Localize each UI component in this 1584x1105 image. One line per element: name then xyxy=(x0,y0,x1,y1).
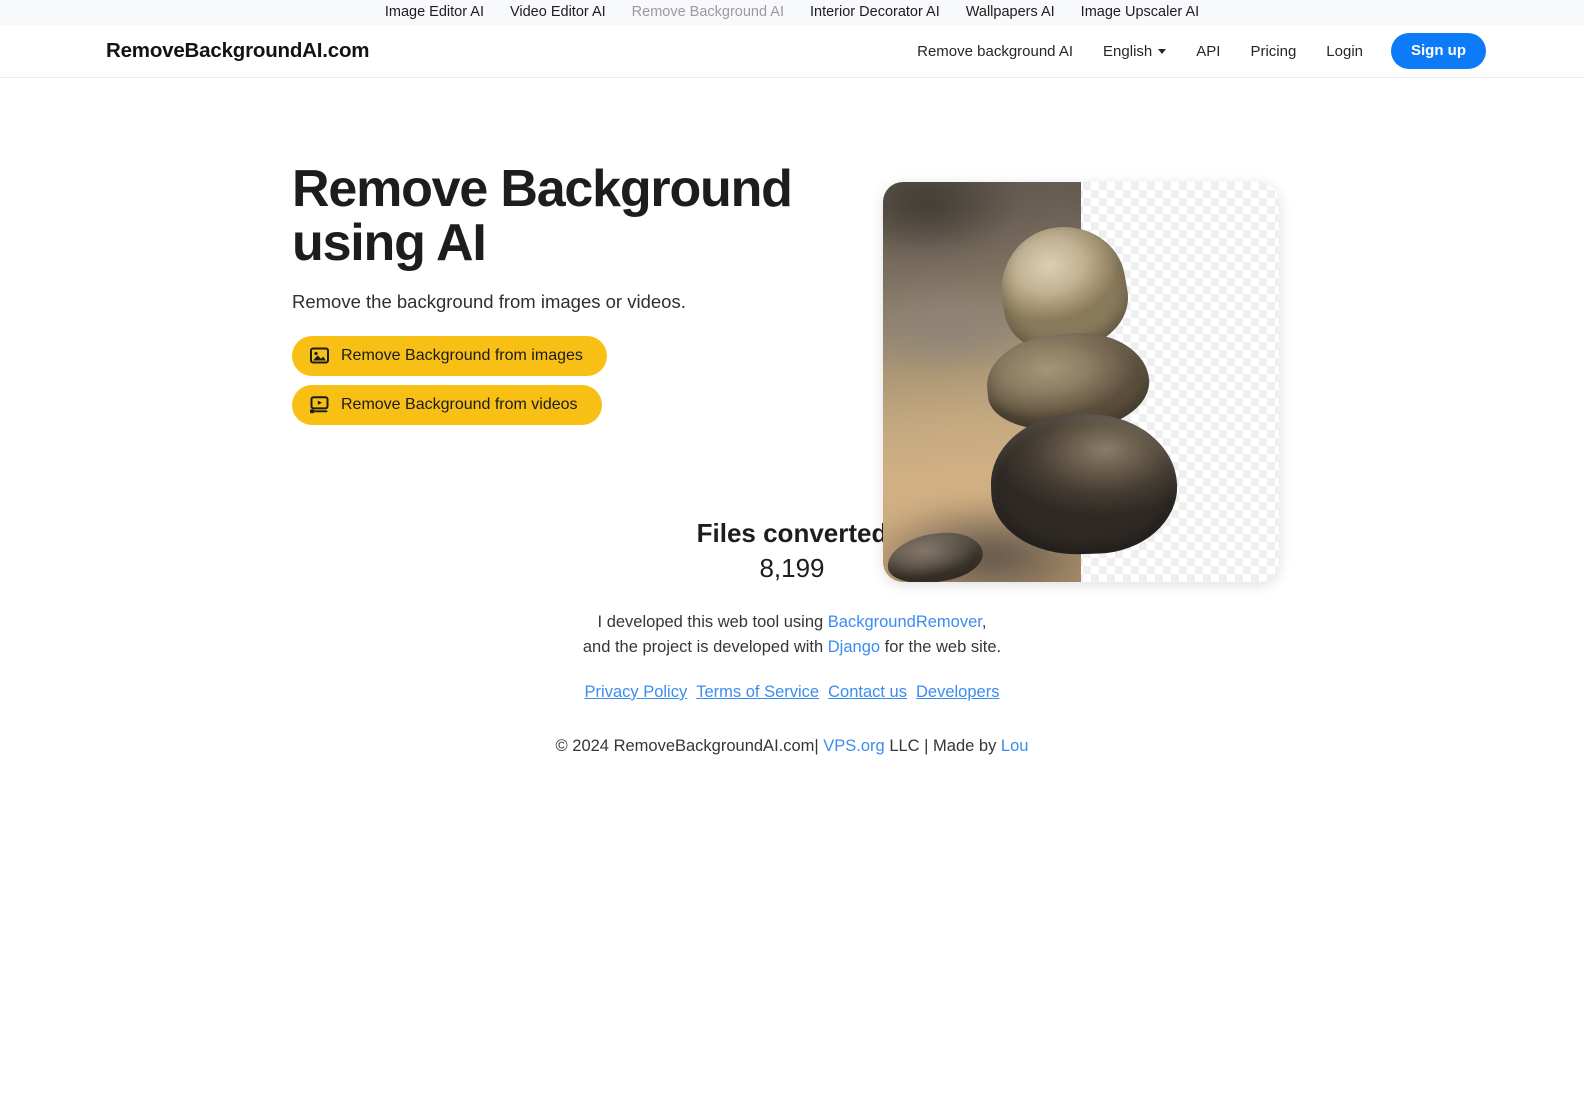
files-converted-label: Files converted xyxy=(696,518,888,548)
chevron-down-icon xyxy=(1158,48,1167,54)
hero-section: Remove Background using AI Remove the ba… xyxy=(0,78,1584,582)
remove-background-images-button[interactable]: Remove Background from images xyxy=(292,336,607,377)
remove-background-images-label: Remove Background from images xyxy=(341,346,583,364)
nav-item-login[interactable]: Login xyxy=(1311,43,1378,60)
rock-stack-subject xyxy=(883,182,1279,582)
credits-line-1: I developed this web tool using Backgrou… xyxy=(0,610,1584,635)
copyright-prefix: © 2024 RemoveBackgroundAI.com| xyxy=(555,736,824,755)
vps-org-link[interactable]: VPS.org xyxy=(823,737,884,755)
contact-us-link[interactable]: Contact us xyxy=(828,683,907,702)
credits-line-2: and the project is developed with Django… xyxy=(0,635,1584,660)
image-icon xyxy=(310,346,329,365)
remove-background-videos-button[interactable]: Remove Background from videos xyxy=(292,385,602,426)
topstrip-item-wallpapers[interactable]: Wallpapers AI xyxy=(966,5,1055,20)
site-header: RemoveBackgroundAI.com Remove background… xyxy=(0,25,1584,78)
brand-logo[interactable]: RemoveBackgroundAI.com xyxy=(106,39,370,63)
topstrip-item-remove-background[interactable]: Remove Background AI xyxy=(632,5,784,20)
credits-line-1-prefix: I developed this web tool using xyxy=(597,613,828,632)
signup-button[interactable]: Sign up xyxy=(1391,33,1486,69)
video-icon xyxy=(310,395,329,414)
top-utility-bar: Image Editor AI Video Editor AI Remove B… xyxy=(0,0,1584,25)
terms-of-service-link[interactable]: Terms of Service xyxy=(696,683,819,702)
topstrip-item-interior-decorator[interactable]: Interior Decorator AI xyxy=(810,5,940,20)
hero-subtitle: Remove the background from images or vid… xyxy=(292,291,686,313)
language-selector-label: English xyxy=(1103,42,1153,60)
hero-text-block: Remove Background using AI Remove the ba… xyxy=(292,160,852,426)
language-selector[interactable]: English xyxy=(1088,43,1181,60)
files-converted-value: 8,199 xyxy=(759,553,825,584)
cta-button-group: Remove Background from images Remove Bac… xyxy=(292,336,852,426)
header-navigation: Remove background AI English API Pricing… xyxy=(902,33,1486,69)
nav-item-remove-background-ai[interactable]: Remove background AI xyxy=(902,43,1088,60)
lou-link[interactable]: Lou xyxy=(1001,737,1029,755)
credits-text: I developed this web tool using Backgrou… xyxy=(0,610,1584,660)
nav-item-api[interactable]: API xyxy=(1181,43,1235,60)
topstrip-item-video-editor[interactable]: Video Editor AI xyxy=(510,5,606,20)
topstrip-item-image-editor[interactable]: Image Editor AI xyxy=(385,5,484,20)
credits-line-1-suffix: , xyxy=(981,613,987,632)
copyright-middle: LLC | Made by xyxy=(884,736,1001,755)
rock-base-sliver xyxy=(883,526,987,582)
privacy-policy-link[interactable]: Privacy Policy xyxy=(585,683,688,702)
topstrip-item-image-upscaler[interactable]: Image Upscaler AI xyxy=(1081,5,1199,20)
developers-link[interactable]: Developers xyxy=(916,683,999,702)
footer-links: Privacy Policy Terms of Service Contact … xyxy=(0,683,1584,702)
copyright-line: © 2024 RemoveBackgroundAI.com| VPS.org L… xyxy=(0,737,1584,756)
stats-and-footer: Files converted 8,199 I developed this w… xyxy=(0,516,1584,756)
credits-line-2-prefix: and the project is developed with xyxy=(582,637,828,656)
rock-bottom xyxy=(988,410,1180,558)
remove-background-videos-label: Remove Background from videos xyxy=(341,395,578,413)
backgroundremover-link[interactable]: BackgroundRemover xyxy=(828,613,982,631)
page-title: Remove Background using AI xyxy=(292,160,793,273)
before-after-preview-image xyxy=(883,182,1279,582)
credits-line-2-suffix: for the web site. xyxy=(880,637,1002,656)
django-link[interactable]: Django xyxy=(828,638,880,656)
nav-item-pricing[interactable]: Pricing xyxy=(1235,43,1311,60)
